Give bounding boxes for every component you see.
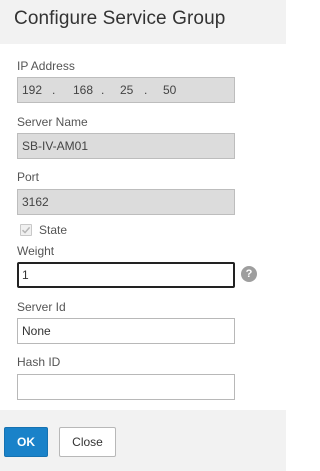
ip-dot-2: . — [101, 83, 105, 97]
dialog-header: Configure Service Group — [0, 0, 286, 44]
server-id-label: Server Id — [17, 300, 66, 314]
ok-button[interactable]: OK — [4, 427, 48, 457]
server-id-input[interactable]: None — [17, 318, 235, 344]
ip-dot-1: . — [52, 83, 56, 97]
state-checkbox[interactable] — [20, 224, 32, 236]
port-field[interactable]: 3162 — [17, 189, 235, 215]
state-label: State — [39, 223, 68, 237]
ip-octet-1[interactable]: 192 — [22, 83, 52, 97]
server-name-label: Server Name — [17, 115, 88, 129]
ip-dot-3: . — [144, 83, 148, 97]
close-button[interactable]: Close — [59, 427, 116, 457]
help-icon[interactable]: ? — [241, 266, 257, 282]
checkmark-icon — [21, 226, 31, 234]
ip-address-label: IP Address — [17, 59, 75, 73]
hash-id-input[interactable] — [17, 374, 235, 400]
server-name-field[interactable]: SB-IV-AM01 — [17, 133, 235, 159]
ip-octet-3[interactable]: 25 — [120, 83, 144, 97]
configure-service-group-dialog: Configure Service Group IP Address 192 .… — [0, 0, 286, 471]
weight-label: Weight — [17, 244, 55, 258]
ip-octet-2[interactable]: 168 — [73, 83, 101, 97]
ip-octet-4[interactable]: 50 — [163, 83, 187, 97]
port-label: Port — [17, 170, 40, 184]
weight-input[interactable]: 1 — [17, 262, 235, 288]
ip-address-field[interactable]: 192 . 168 . 25 . 50 — [17, 77, 235, 103]
dialog-title: Configure Service Group — [14, 8, 226, 29]
hash-id-label: Hash ID — [17, 355, 61, 369]
